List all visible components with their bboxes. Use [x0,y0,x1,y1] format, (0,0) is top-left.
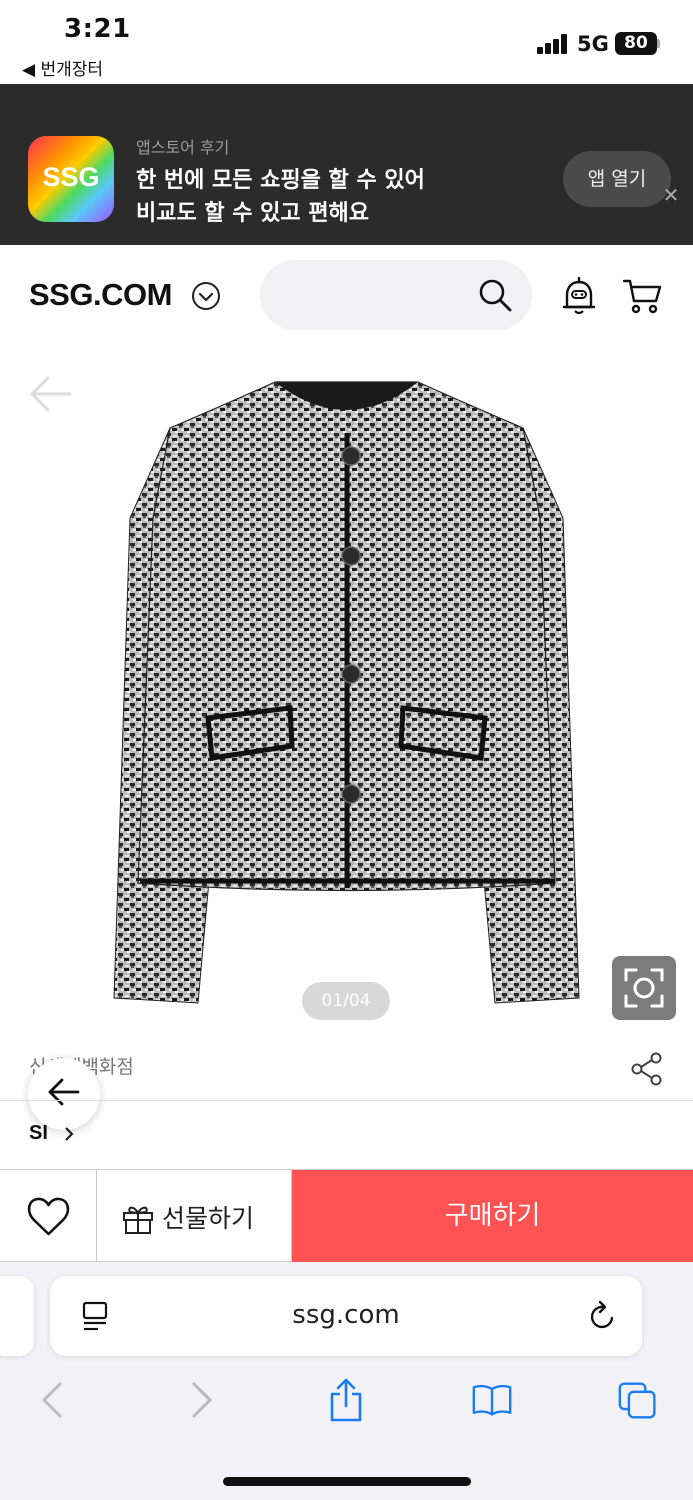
brand-name: SI [29,1122,48,1144]
product-image-tweed-jacket[interactable] [100,378,593,1018]
gift-label: 선물하기 [162,1204,255,1233]
share-sheet-icon[interactable] [326,1378,366,1422]
address-bar[interactable]: ssg.com [50,1276,642,1356]
battery-icon: 80 [615,32,657,55]
ssg-logo-text: SSG [42,162,100,192]
search-icon[interactable] [478,278,512,312]
banner-subtitle: 앱스토어 후기 [136,138,230,157]
floating-back-button[interactable] [28,1058,100,1130]
status-bar: 3:21 ◀ 번개장터 5G 80 [0,0,693,84]
image-counter: 01/04 [302,982,390,1020]
network-type: 5G [577,32,609,56]
section-divider [0,1100,693,1101]
status-time: 3:21 [64,14,131,44]
buy-button[interactable]: 구매하기 [292,1170,693,1262]
gift-icon [123,1206,153,1234]
arrow-left-icon [48,1078,80,1106]
purchase-bar: 선물하기 구매하기 [0,1169,693,1262]
chevron-right-icon [65,1127,74,1141]
back-to-app-link[interactable]: ◀ 번개장터 [22,55,103,80]
tabs-icon[interactable] [618,1378,658,1422]
notification-bell-icon[interactable] [561,277,597,317]
banner-text-line-2: 비교도 할 수 있고 편해요 [136,201,370,226]
ssg-app-logo: SSG [28,136,114,222]
image-prev-arrow-icon[interactable] [28,374,72,414]
app-download-banner: SSG 앱스토어 후기 한 번에 모든 쇼핑을 할 수 있어 비교도 할 수 있… [0,84,693,245]
reload-icon[interactable] [588,1300,618,1332]
previous-tab-edge[interactable] [0,1276,34,1356]
banner-text-line-1: 한 번에 모든 쇼핑을 할 수 있어 [136,168,425,193]
browser-toolbar: ssg.com [0,1262,693,1500]
heart-icon [27,1197,70,1236]
search-input[interactable] [260,260,532,330]
battery-tip [657,39,660,48]
bookmarks-icon[interactable] [472,1378,512,1422]
brand-link[interactable]: SI [29,1122,77,1145]
browser-forward-icon[interactable] [182,1378,222,1422]
cellular-signal-icon [537,34,569,54]
lens-search-icon [624,968,664,1008]
image-search-button[interactable] [612,956,676,1020]
cart-icon[interactable] [622,277,662,315]
browser-back-icon[interactable] [32,1378,72,1422]
chevron-down-icon[interactable] [192,282,220,310]
url-text[interactable]: ssg.com [50,1300,642,1330]
close-icon[interactable]: ✕ [660,184,682,206]
share-icon[interactable] [630,1052,664,1086]
gift-button[interactable]: 선물하기 [97,1170,292,1262]
wishlist-button[interactable] [0,1170,97,1262]
open-app-button[interactable]: 앱 열기 [563,151,671,207]
site-logo[interactable]: SSG.COM [29,277,172,313]
home-indicator[interactable] [223,1477,471,1486]
